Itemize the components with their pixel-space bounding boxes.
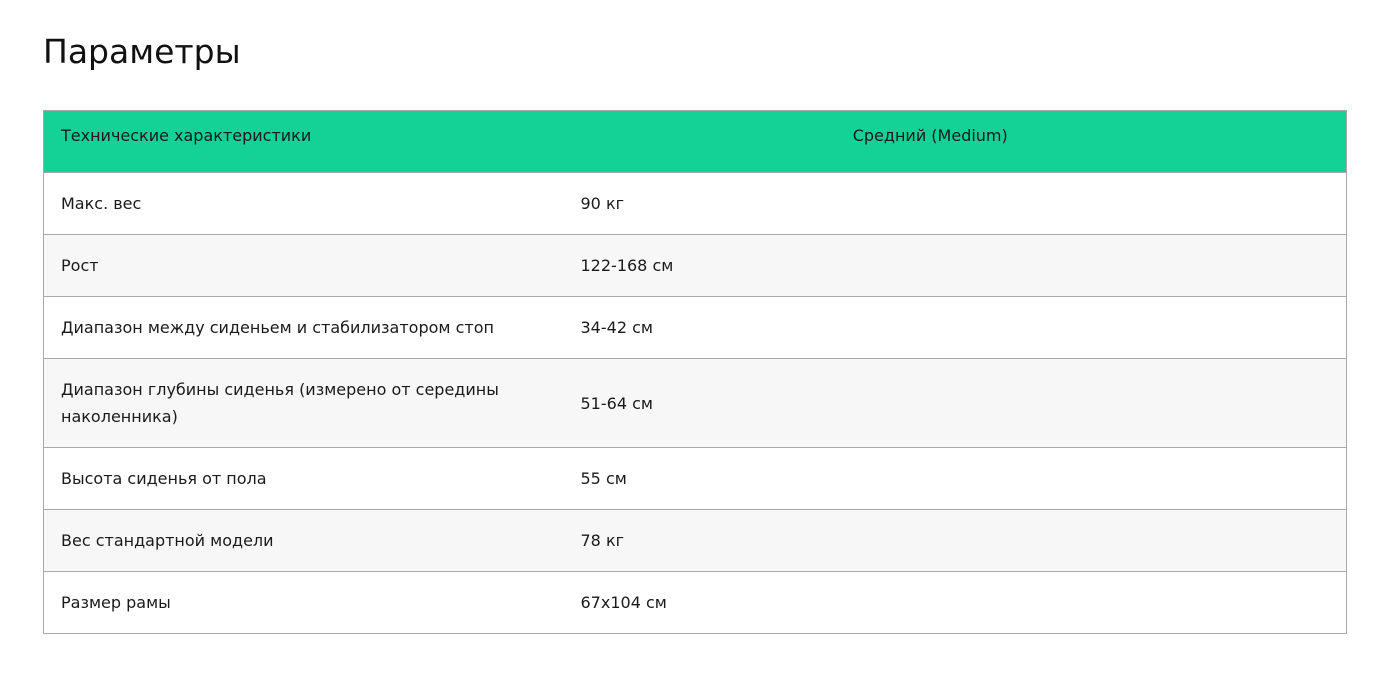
row-label: Размер рамы (43, 571, 564, 634)
table-row: Макс. вес 90 кг (43, 172, 1347, 235)
specifications-table: Технические характеристики Средний (Medi… (43, 110, 1347, 634)
header-size-medium: Средний (Medium) (563, 110, 1347, 173)
table-row: Диапазон между сиденьем и стабилизатором… (43, 296, 1347, 359)
row-label: Диапазон между сиденьем и стабилизатором… (43, 296, 564, 359)
table-header-row: Технические характеристики Средний (Medi… (43, 110, 1347, 173)
row-value: 67х104 см (563, 571, 1347, 634)
row-value: 122-168 см (563, 234, 1347, 297)
row-value: 78 кг (563, 509, 1347, 572)
page-title: Параметры (43, 32, 241, 71)
row-label: Макс. вес (43, 172, 564, 235)
table-row: Высота сиденья от пола 55 см (43, 447, 1347, 510)
table-row: Размер рамы 67х104 см (43, 571, 1347, 634)
row-label: Высота сиденья от пола (43, 447, 564, 510)
header-characteristics: Технические характеристики (43, 110, 564, 173)
table-header: Технические характеристики Средний (Medi… (43, 110, 1347, 173)
row-value: 55 см (563, 447, 1347, 510)
row-label: Вес стандартной модели (43, 509, 564, 572)
row-label: Диапазон глубины сиденья (измерено от се… (43, 358, 564, 448)
row-value: 34-42 см (563, 296, 1347, 359)
row-label: Рост (43, 234, 564, 297)
table-row: Рост 122-168 см (43, 234, 1347, 297)
row-value: 90 кг (563, 172, 1347, 235)
table-row: Вес стандартной модели 78 кг (43, 509, 1347, 572)
row-value: 51-64 см (563, 358, 1347, 448)
table-body: Макс. вес 90 кг Рост 122-168 см Диапазон… (43, 172, 1347, 634)
table-row: Диапазон глубины сиденья (измерено от се… (43, 358, 1347, 448)
